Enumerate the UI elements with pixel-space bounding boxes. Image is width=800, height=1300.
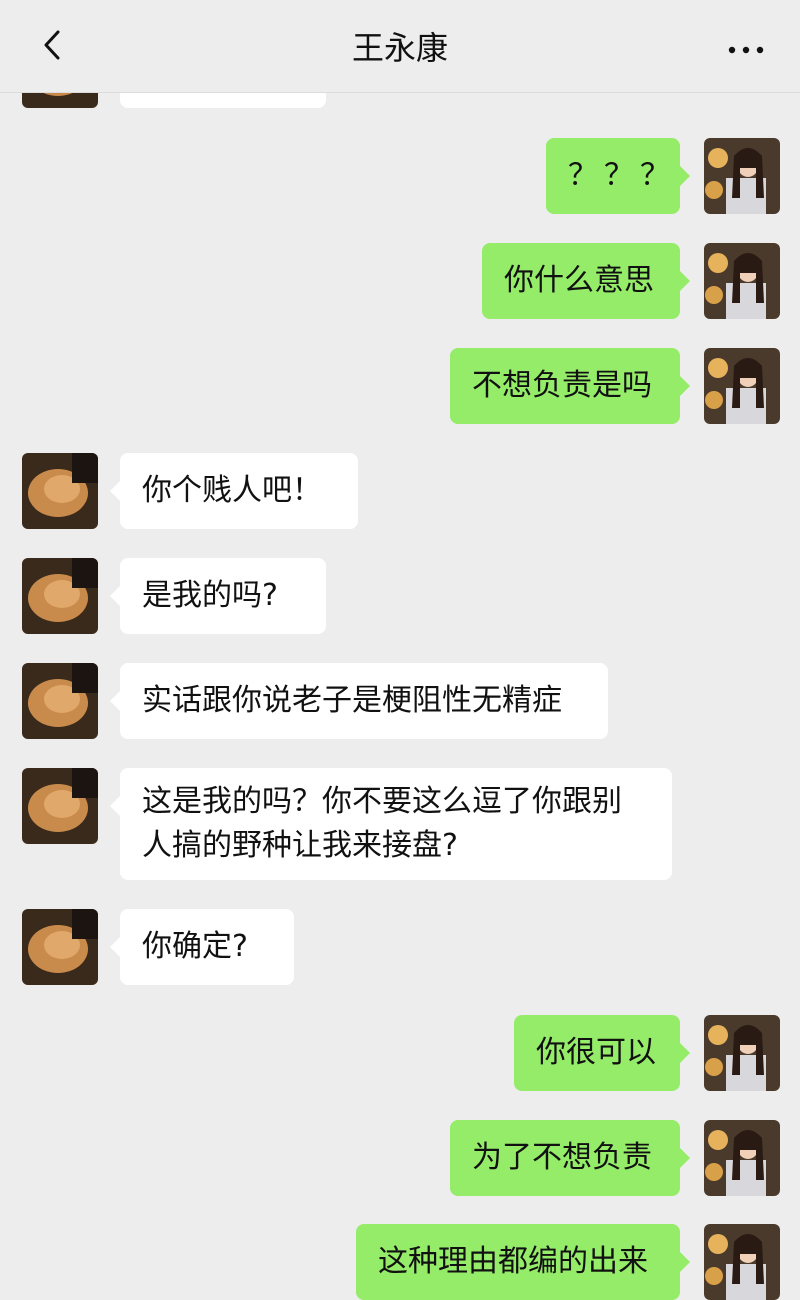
contact-avatar[interactable]	[22, 663, 98, 739]
more-dots-icon[interactable]	[724, 26, 768, 70]
message-bubble-incoming[interactable]: 是我的吗?	[110, 558, 326, 634]
message-bubble-incoming[interactable]: 实话跟你说老子是梗阻性无精症	[110, 663, 608, 739]
message-bubble-outgoing[interactable]: 你什么意思	[482, 243, 690, 319]
self-avatar[interactable]	[704, 348, 780, 424]
self-avatar[interactable]	[704, 1015, 780, 1091]
message-bubble-outgoing[interactable]: 你很可以	[514, 1015, 690, 1091]
chat-area[interactable]: ？？？ 你什么意思 不想负责是吗 你个贱人吧！ 是我的吗? 实话跟你说老子是梗阻…	[0, 0, 800, 1300]
message-bubble-outgoing[interactable]: ？？？	[546, 138, 690, 214]
self-avatar[interactable]	[704, 1120, 780, 1196]
contact-avatar[interactable]	[22, 453, 98, 529]
self-avatar[interactable]	[704, 243, 780, 319]
contact-avatar[interactable]	[22, 909, 98, 985]
message-bubble-incoming[interactable]: 你确定?	[110, 909, 294, 985]
contact-avatar[interactable]	[22, 558, 98, 634]
chat-header: 王永康	[0, 0, 800, 93]
chat-title: 王永康	[351, 29, 448, 67]
message-bubble-incoming[interactable]: 你个贱人吧！	[110, 453, 358, 529]
self-avatar[interactable]	[704, 138, 780, 214]
message-bubble-outgoing[interactable]: 为了不想负责	[450, 1120, 690, 1196]
message-bubble-outgoing[interactable]: 不想负责是吗	[450, 348, 690, 424]
contact-avatar[interactable]	[22, 768, 98, 844]
message-bubble-incoming[interactable]: 这是我的吗？你不要这么逗了你跟别人搞的野种让我来接盘?	[110, 768, 672, 880]
self-avatar[interactable]	[704, 1224, 780, 1300]
message-bubble-outgoing[interactable]: 这种理由都编的出来	[356, 1224, 690, 1300]
